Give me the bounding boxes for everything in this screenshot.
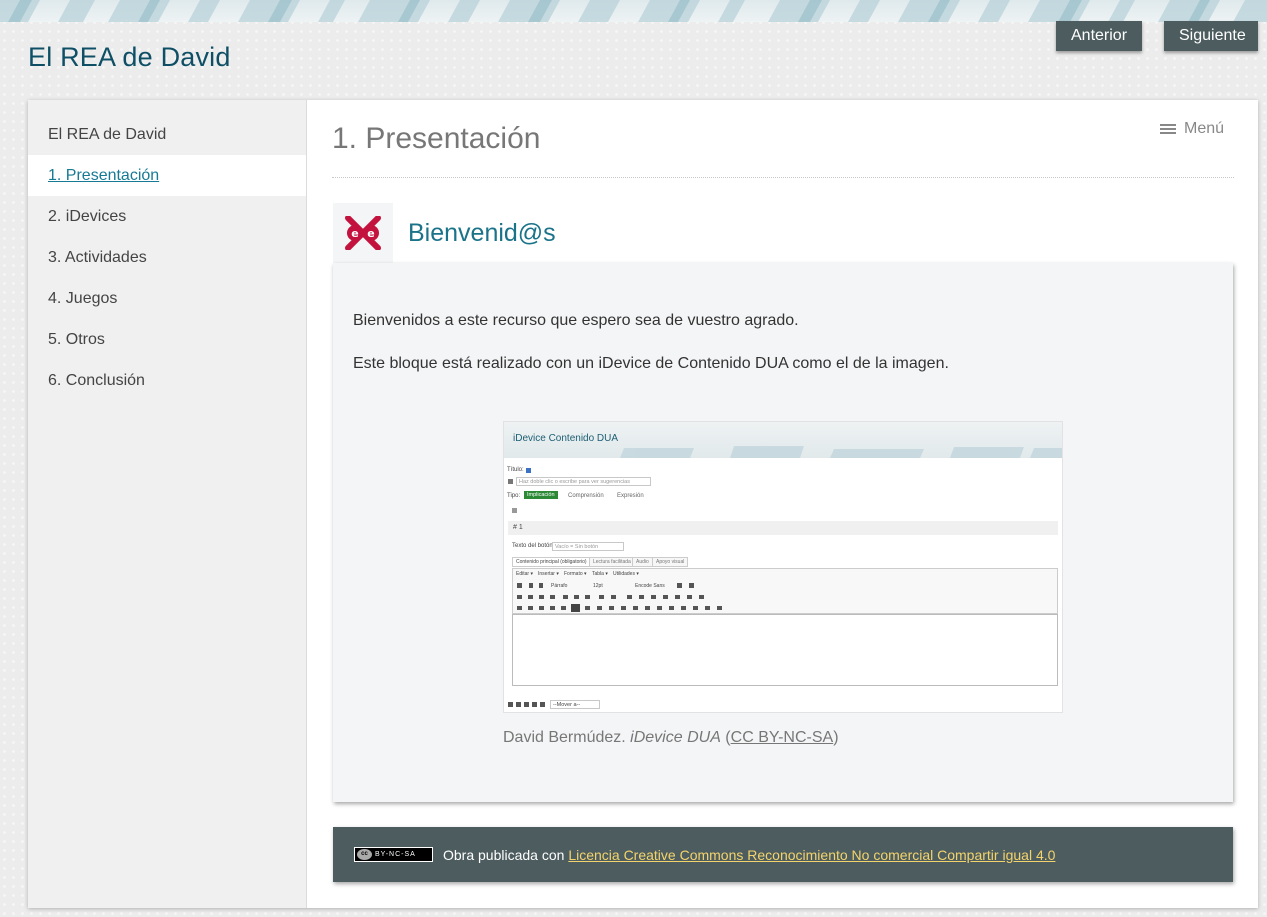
screenshot-banner: iDevice Contenido DUA bbox=[504, 422, 1062, 458]
screenshot-bottom-icon-5 bbox=[540, 702, 545, 707]
screenshot-tipo-option-1: Implicación bbox=[524, 491, 558, 499]
screenshot-title: iDevice Contenido DUA bbox=[513, 433, 619, 444]
screenshot-tab-4: Apoyo visual bbox=[652, 557, 689, 567]
caption-work: iDevice DUA bbox=[630, 729, 721, 746]
image-caption: David Bermúdez. iDevice DUA (CC BY-NC-SA… bbox=[503, 729, 839, 747]
previous-page-button[interactable]: Anterior bbox=[1056, 21, 1142, 51]
idevice-body: Bienvenidos a este recurso que espero se… bbox=[333, 263, 1233, 802]
idevice-screenshot-image: iDevice Contenido DUA Título: Haz doble … bbox=[503, 421, 1063, 713]
description-paragraph: Este bloque está realizado con un iDevic… bbox=[353, 355, 949, 372]
screenshot-titulo-field: Haz doble clic o escribe para ver sugere… bbox=[516, 477, 651, 486]
idevice-block: e e Bienvenid@s Bienvenidos a este recur… bbox=[333, 203, 1233, 802]
caption-open-paren: ( bbox=[720, 729, 731, 746]
footer-prefix: Obra publicada con bbox=[443, 846, 569, 863]
sidebar-navigation: El REA de David 1. Presentación 2. iDevi… bbox=[28, 100, 307, 908]
content-frame: El REA de David 1. Presentación 2. iDevi… bbox=[28, 100, 1258, 908]
hamburger-icon bbox=[1160, 123, 1176, 135]
screenshot-tipo-option-3: Expresión bbox=[617, 493, 644, 499]
screenshot-info-icon bbox=[526, 468, 531, 473]
caption-author: David Bermúdez. bbox=[503, 729, 631, 746]
title-divider bbox=[332, 177, 1234, 178]
cc-license-badge[interactable]: cc BY-NC-SA bbox=[354, 847, 433, 862]
exe-logo-icon: e e bbox=[333, 203, 393, 263]
screenshot-move-select: --Mover a-- bbox=[550, 700, 600, 709]
footer-text: Obra publicada con Licencia Creative Com… bbox=[443, 847, 1055, 863]
license-link[interactable]: Licencia Creative Commons Reconocimiento… bbox=[568, 847, 1055, 863]
menu-toggle-button[interactable]: Menú bbox=[1160, 120, 1224, 138]
screenshot-bottom-icon-2 bbox=[516, 702, 521, 707]
screenshot-bottom-icon-4 bbox=[532, 702, 537, 707]
screenshot-tab-2: Lectura facilitada bbox=[589, 557, 635, 567]
screenshot-bottom-icon-3 bbox=[524, 702, 529, 707]
next-page-button[interactable]: Siguiente bbox=[1164, 21, 1258, 51]
screenshot-boton-label: Texto del botón: bbox=[512, 543, 555, 549]
screenshot-toolbar-icons bbox=[517, 583, 722, 612]
license-footer: cc BY-NC-SA Obra publicada con Licencia … bbox=[333, 827, 1233, 882]
cc-icon: cc bbox=[357, 849, 372, 860]
caption-license-link[interactable]: CC BY-NC-SA bbox=[731, 729, 834, 746]
sidebar-item-presentacion[interactable]: 1. Presentación bbox=[28, 155, 306, 196]
cc-badge-text: BY-NC-SA bbox=[375, 851, 416, 858]
site-title: El REA de David bbox=[28, 42, 231, 72]
svg-text:e: e bbox=[367, 227, 374, 240]
caption-close-paren: ) bbox=[833, 729, 839, 746]
idevice-title: Bienvenid@s bbox=[408, 219, 556, 247]
screenshot-tipo-label: Tipo: bbox=[507, 493, 521, 499]
sidebar-item-home[interactable]: El REA de David bbox=[28, 114, 306, 155]
screenshot-toolbar: Editar ▾ Insertar ▾ Formato ▾ Tabla ▾ Ut… bbox=[512, 568, 1058, 614]
banner-pattern bbox=[0, 0, 1267, 22]
header-banner bbox=[0, 0, 1267, 22]
page-title: 1. Presentación bbox=[332, 122, 541, 155]
screenshot-field-icon bbox=[508, 479, 513, 484]
screenshot-boton-field: Vacío = Sin botón bbox=[552, 542, 624, 551]
screenshot-tab-1: Contenido principal (obligatorio) bbox=[512, 557, 591, 567]
sidebar-item-idevices[interactable]: 2. iDevices bbox=[28, 196, 306, 237]
screenshot-tipo-option-2: Comprensión bbox=[568, 493, 604, 499]
idevice-header: e e Bienvenid@s bbox=[333, 203, 1233, 263]
screenshot-titulo-label: Título: bbox=[507, 467, 524, 473]
intro-paragraph: Bienvenidos a este recurso que espero se… bbox=[353, 312, 799, 329]
screenshot-editor-area bbox=[512, 614, 1058, 686]
sidebar-item-conclusion[interactable]: 6. Conclusión bbox=[28, 360, 306, 401]
sidebar-item-actividades[interactable]: 3. Actividades bbox=[28, 237, 306, 278]
screenshot-tab-3: Audio bbox=[632, 557, 653, 567]
screenshot-bottom-icon-1 bbox=[508, 702, 513, 707]
sidebar-item-juegos[interactable]: 4. Juegos bbox=[28, 278, 306, 319]
screenshot-block-row: # 1 bbox=[508, 521, 1058, 535]
svg-text:e: e bbox=[351, 227, 358, 240]
screenshot-expand-icon bbox=[512, 508, 517, 513]
sidebar-item-otros[interactable]: 5. Otros bbox=[28, 319, 306, 360]
menu-label: Menú bbox=[1184, 120, 1225, 137]
